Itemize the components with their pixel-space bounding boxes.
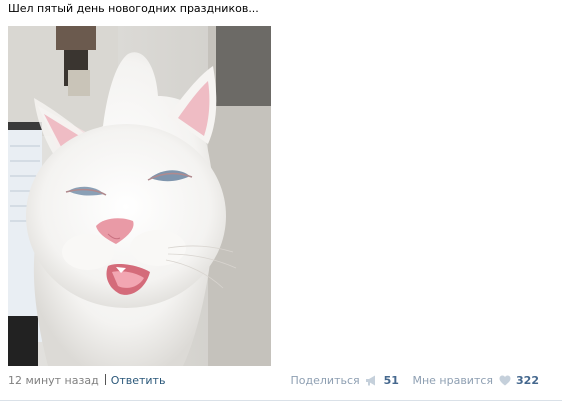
post-divider (0, 400, 562, 401)
post-meta: 12 минут назад Ответить (8, 374, 165, 388)
reply-link[interactable]: Ответить (111, 374, 166, 387)
post-actions: Поделиться 51 Мне нравится 322 (291, 374, 539, 388)
share-count: 51 (383, 374, 399, 387)
like-button[interactable]: Мне нравится 322 (412, 374, 539, 388)
post-footer: 12 минут назад Ответить Поделиться 51 Мне… (0, 372, 562, 390)
share-button[interactable]: Поделиться 51 (291, 374, 399, 388)
like-label: Мне нравится (412, 374, 494, 387)
megaphone-icon (366, 375, 376, 386)
share-label: Поделиться (290, 374, 360, 387)
like-count: 322 (516, 374, 539, 387)
post-time-link[interactable]: 12 минут назад (8, 374, 99, 387)
wall-post: Шел пятый день новогодних праздников... (0, 0, 562, 404)
post-text: Шел пятый день новогодних праздников... (8, 2, 259, 15)
heart-icon (499, 375, 511, 386)
post-photo[interactable] (8, 26, 271, 366)
separator (104, 374, 106, 385)
